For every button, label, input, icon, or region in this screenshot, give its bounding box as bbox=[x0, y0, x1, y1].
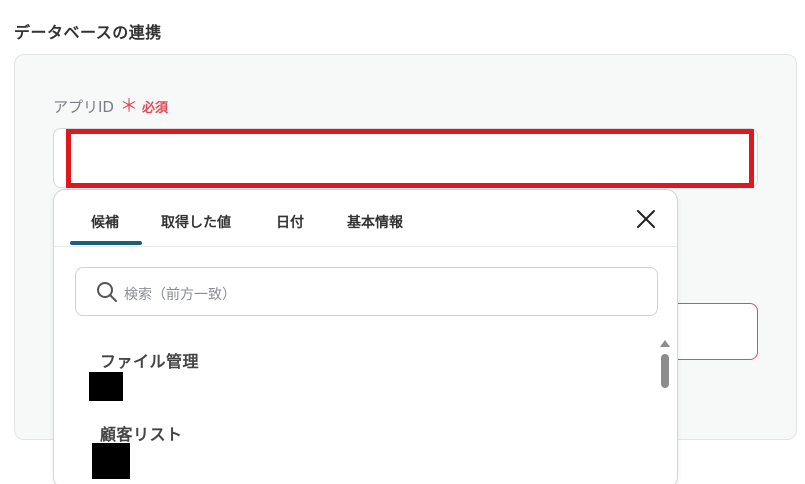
suggestion-dropdown: 候補 取得した値 日付 基本情報 検索（前方一致） ファイル管理 顧客リスト bbox=[53, 189, 678, 484]
redacted-value bbox=[92, 443, 130, 479]
redacted-value bbox=[89, 372, 123, 401]
tab-bar: 候補 取得した値 日付 基本情報 bbox=[54, 190, 677, 247]
required-badge: 必須 bbox=[141, 101, 168, 116]
scroll-up-arrow-icon[interactable] bbox=[660, 340, 670, 347]
tab-obtained-values[interactable]: 取得した値 bbox=[161, 212, 231, 232]
scrollbar-thumb[interactable] bbox=[661, 354, 669, 388]
active-tab-indicator bbox=[70, 241, 142, 245]
list-item[interactable]: ファイル管理 bbox=[100, 348, 199, 372]
search-icon bbox=[96, 281, 118, 303]
search-input[interactable]: 検索（前方一致） bbox=[75, 267, 658, 316]
required-star-icon: ＊ bbox=[119, 95, 138, 117]
tab-basic-info[interactable]: 基本情報 bbox=[347, 212, 403, 232]
highlight-box bbox=[66, 129, 754, 188]
list-item[interactable]: 顧客リスト bbox=[100, 421, 183, 445]
field-label: アプリID ＊ 必須 bbox=[53, 96, 168, 117]
section-title: データベースの連携 bbox=[14, 23, 162, 42]
close-icon[interactable] bbox=[635, 208, 657, 230]
field-label-text: アプリID bbox=[53, 98, 114, 116]
search-placeholder: 検索（前方一致） bbox=[124, 287, 236, 303]
tab-candidates[interactable]: 候補 bbox=[91, 212, 119, 232]
tab-date[interactable]: 日付 bbox=[276, 212, 304, 232]
